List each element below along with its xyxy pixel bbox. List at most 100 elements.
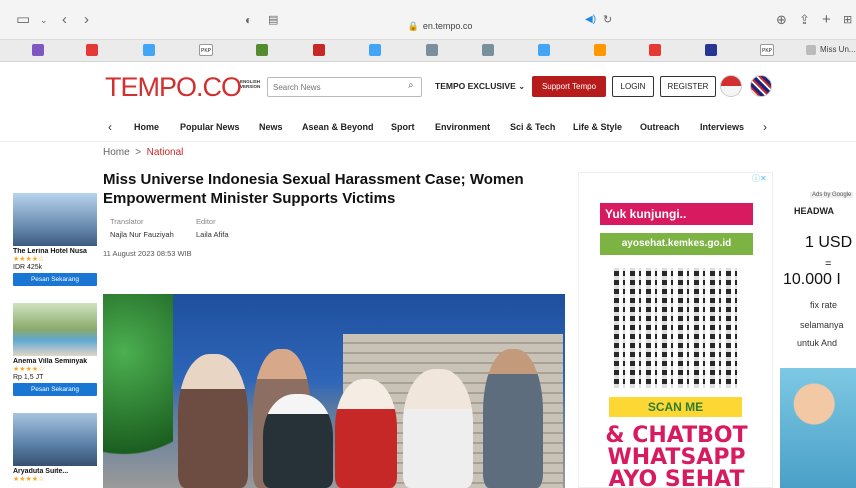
breadcrumb: Home > National — [103, 147, 183, 158]
tempo-exclusive-menu[interactable]: TEMPO EXCLUSIVE ⌄ — [435, 81, 525, 92]
main-nav: ‹ Home Popular News News Asean & Beyond … — [0, 117, 856, 139]
ad-untuk: untuk And — [797, 338, 838, 348]
favorite-icon[interactable] — [32, 44, 44, 56]
qr-code-icon — [614, 268, 739, 388]
health-ad-banner[interactable]: Yuk kunjungi.. ayosehat.kemkes.go.id SCA… — [578, 172, 773, 488]
photo-person — [178, 354, 248, 488]
nav-item-sci-tech[interactable]: Sci & Tech — [510, 122, 555, 132]
article-date: 11 August 2023 08:53 WIB — [103, 249, 192, 258]
search-input[interactable] — [267, 77, 422, 97]
favorite-icon[interactable] — [369, 44, 381, 56]
favorite-tab-icon — [806, 45, 816, 55]
chatbot-line-3: AYO SEHAT — [608, 467, 745, 488]
nav-item-environment[interactable]: Environment — [435, 122, 490, 132]
chatbot-line-2: WHATSAPP — [607, 445, 746, 470]
hotel-image — [13, 413, 97, 466]
new-tab-icon[interactable]: + — [822, 12, 831, 27]
book-now-button[interactable]: Pesan Sekarang — [13, 383, 97, 396]
hotel-rating: ★★★★☆ — [13, 256, 45, 263]
web-page: TEMPO.CO ENGLISH VERSION ⌕ TEMPO EXCLUSI… — [0, 63, 856, 488]
favorite-icon[interactable] — [256, 44, 268, 56]
nav-item-outreach[interactable]: Outreach — [640, 122, 680, 132]
ad-equals: = — [825, 258, 832, 270]
nav-item-home[interactable]: Home — [134, 122, 159, 132]
currency-ad-banner[interactable]: Ads by Google HEADWA 1 USD = 10.000 I fi… — [780, 188, 856, 488]
favorite-icon[interactable] — [482, 44, 494, 56]
hotel-ad-card[interactable]: Aryaduta Suite... ★★★★☆ — [13, 413, 99, 484]
tab-overview-icon[interactable]: ⊞ — [843, 13, 852, 27]
favorite-icon[interactable]: PKP — [760, 44, 774, 56]
favorite-tab-label[interactable]: Miss Un... — [820, 45, 856, 54]
download-icon[interactable]: ⊕ — [776, 13, 787, 27]
breadcrumb-home[interactable]: Home — [103, 147, 130, 158]
ad-url: ayosehat.kemkes.go.id — [600, 233, 753, 255]
back-icon[interactable]: ‹ — [62, 12, 67, 27]
ads-by-google-label: Ads by Google — [810, 192, 854, 198]
hotel-name: Aryaduta Suite... — [13, 468, 69, 475]
photo-person — [263, 394, 333, 488]
article-title: Miss Universe Indonesia Sexual Harassmen… — [103, 171, 524, 207]
hotel-price: Rp 1,5 JT — [13, 374, 44, 381]
editor-name: Laila Afifa — [196, 230, 229, 239]
chatbot-text: & CHATBOT WHATSAPP AYO SEHAT — [579, 425, 774, 488]
chevron-down-icon[interactable]: ⌄ — [40, 13, 48, 27]
translator-label: Translator — [110, 217, 144, 226]
favorite-icon[interactable] — [538, 44, 550, 56]
indonesia-flag-icon[interactable] — [720, 75, 742, 97]
forward-icon[interactable]: › — [84, 12, 89, 27]
breadcrumb-separator: > — [135, 147, 142, 158]
tempo-logo[interactable]: TEMPO.CO — [105, 73, 242, 101]
breadcrumb-current[interactable]: National — [147, 147, 184, 158]
ad-fix-rate: fix rate — [810, 300, 838, 310]
register-button[interactable]: REGISTER — [660, 76, 716, 97]
favorite-icon[interactable] — [86, 44, 98, 56]
nav-prev-icon[interactable]: ‹ — [108, 120, 112, 134]
article-photo[interactable] — [103, 294, 565, 488]
favorite-icon[interactable] — [649, 44, 661, 56]
favorite-icon[interactable] — [594, 44, 606, 56]
login-button[interactable]: LOGIN — [612, 76, 654, 97]
favorite-icon[interactable] — [705, 44, 717, 56]
share-icon[interactable]: ⇪ — [799, 13, 810, 27]
nav-item-life-style[interactable]: Life & Style — [573, 122, 622, 132]
favorite-icon[interactable] — [313, 44, 325, 56]
ad-usd: 1 USD — [805, 234, 853, 251]
hotel-ad-card[interactable]: The Lerina Hotel Nusa ★★★★☆ IDR 425k Pes… — [13, 193, 99, 286]
ad-close-icon[interactable]: ⓘ✕ — [752, 173, 767, 184]
browser-toolbar: ▭ ⌄ ‹ › ◐ ▤ 🔒 en.tempo.co ◀) ↻ ⊕ ⇪ + ⊞ — [0, 0, 856, 40]
reload-icon[interactable]: ↻ — [603, 13, 612, 27]
chatbot-line-1: & CHATBOT — [605, 423, 748, 448]
nav-item-sport[interactable]: Sport — [391, 122, 415, 132]
photo-tree — [103, 294, 173, 488]
book-now-button[interactable]: Pesan Sekarang — [13, 273, 97, 286]
uk-flag-icon[interactable] — [750, 75, 772, 97]
support-tempo-button[interactable]: Support Tempo — [532, 76, 606, 97]
favorites-bar: Miss Un... PKP PKP — [0, 40, 856, 62]
favorite-icon[interactable] — [143, 44, 155, 56]
favorite-icon[interactable] — [426, 44, 438, 56]
privacy-shield-icon[interactable]: ◐ — [245, 13, 252, 27]
nav-item-popular-news[interactable]: Popular News — [180, 122, 240, 132]
nav-item-asean-beyond[interactable]: Asean & Beyond — [302, 122, 374, 132]
nav-item-news[interactable]: News — [259, 122, 283, 132]
hotel-price: IDR 425k — [13, 264, 43, 271]
nav-next-icon[interactable]: › — [763, 120, 767, 134]
search-icon[interactable]: ⌕ — [408, 80, 414, 91]
audio-icon[interactable]: ◀) — [585, 13, 596, 27]
lock-icon: 🔒 — [407, 20, 419, 31]
photo-person — [403, 369, 473, 488]
nav-divider — [0, 141, 856, 142]
ad-brand: HEADWA — [794, 206, 834, 216]
photo-person — [335, 379, 397, 488]
hotel-ad-card[interactable]: Anema Villa Seminyak ★★★★☆ Rp 1,5 JT Pes… — [13, 303, 99, 396]
nav-item-interviews[interactable]: Interviews — [700, 122, 744, 132]
ad-selamanya: selamanya — [800, 320, 844, 330]
hotel-name: The Lerina Hotel Nusa — [13, 248, 87, 255]
sidebar-toggle-icon[interactable]: ▭ — [16, 12, 30, 27]
hotel-rating: ★★★★☆ — [13, 476, 45, 483]
english-version-label: ENGLISH VERSION — [240, 79, 261, 89]
ad-headline: Yuk kunjungi.. — [600, 203, 753, 225]
url-text: en.tempo.co — [422, 21, 473, 31]
address-bar[interactable]: 🔒 en.tempo.co — [260, 17, 620, 35]
favorite-icon[interactable]: PKP — [199, 44, 213, 56]
